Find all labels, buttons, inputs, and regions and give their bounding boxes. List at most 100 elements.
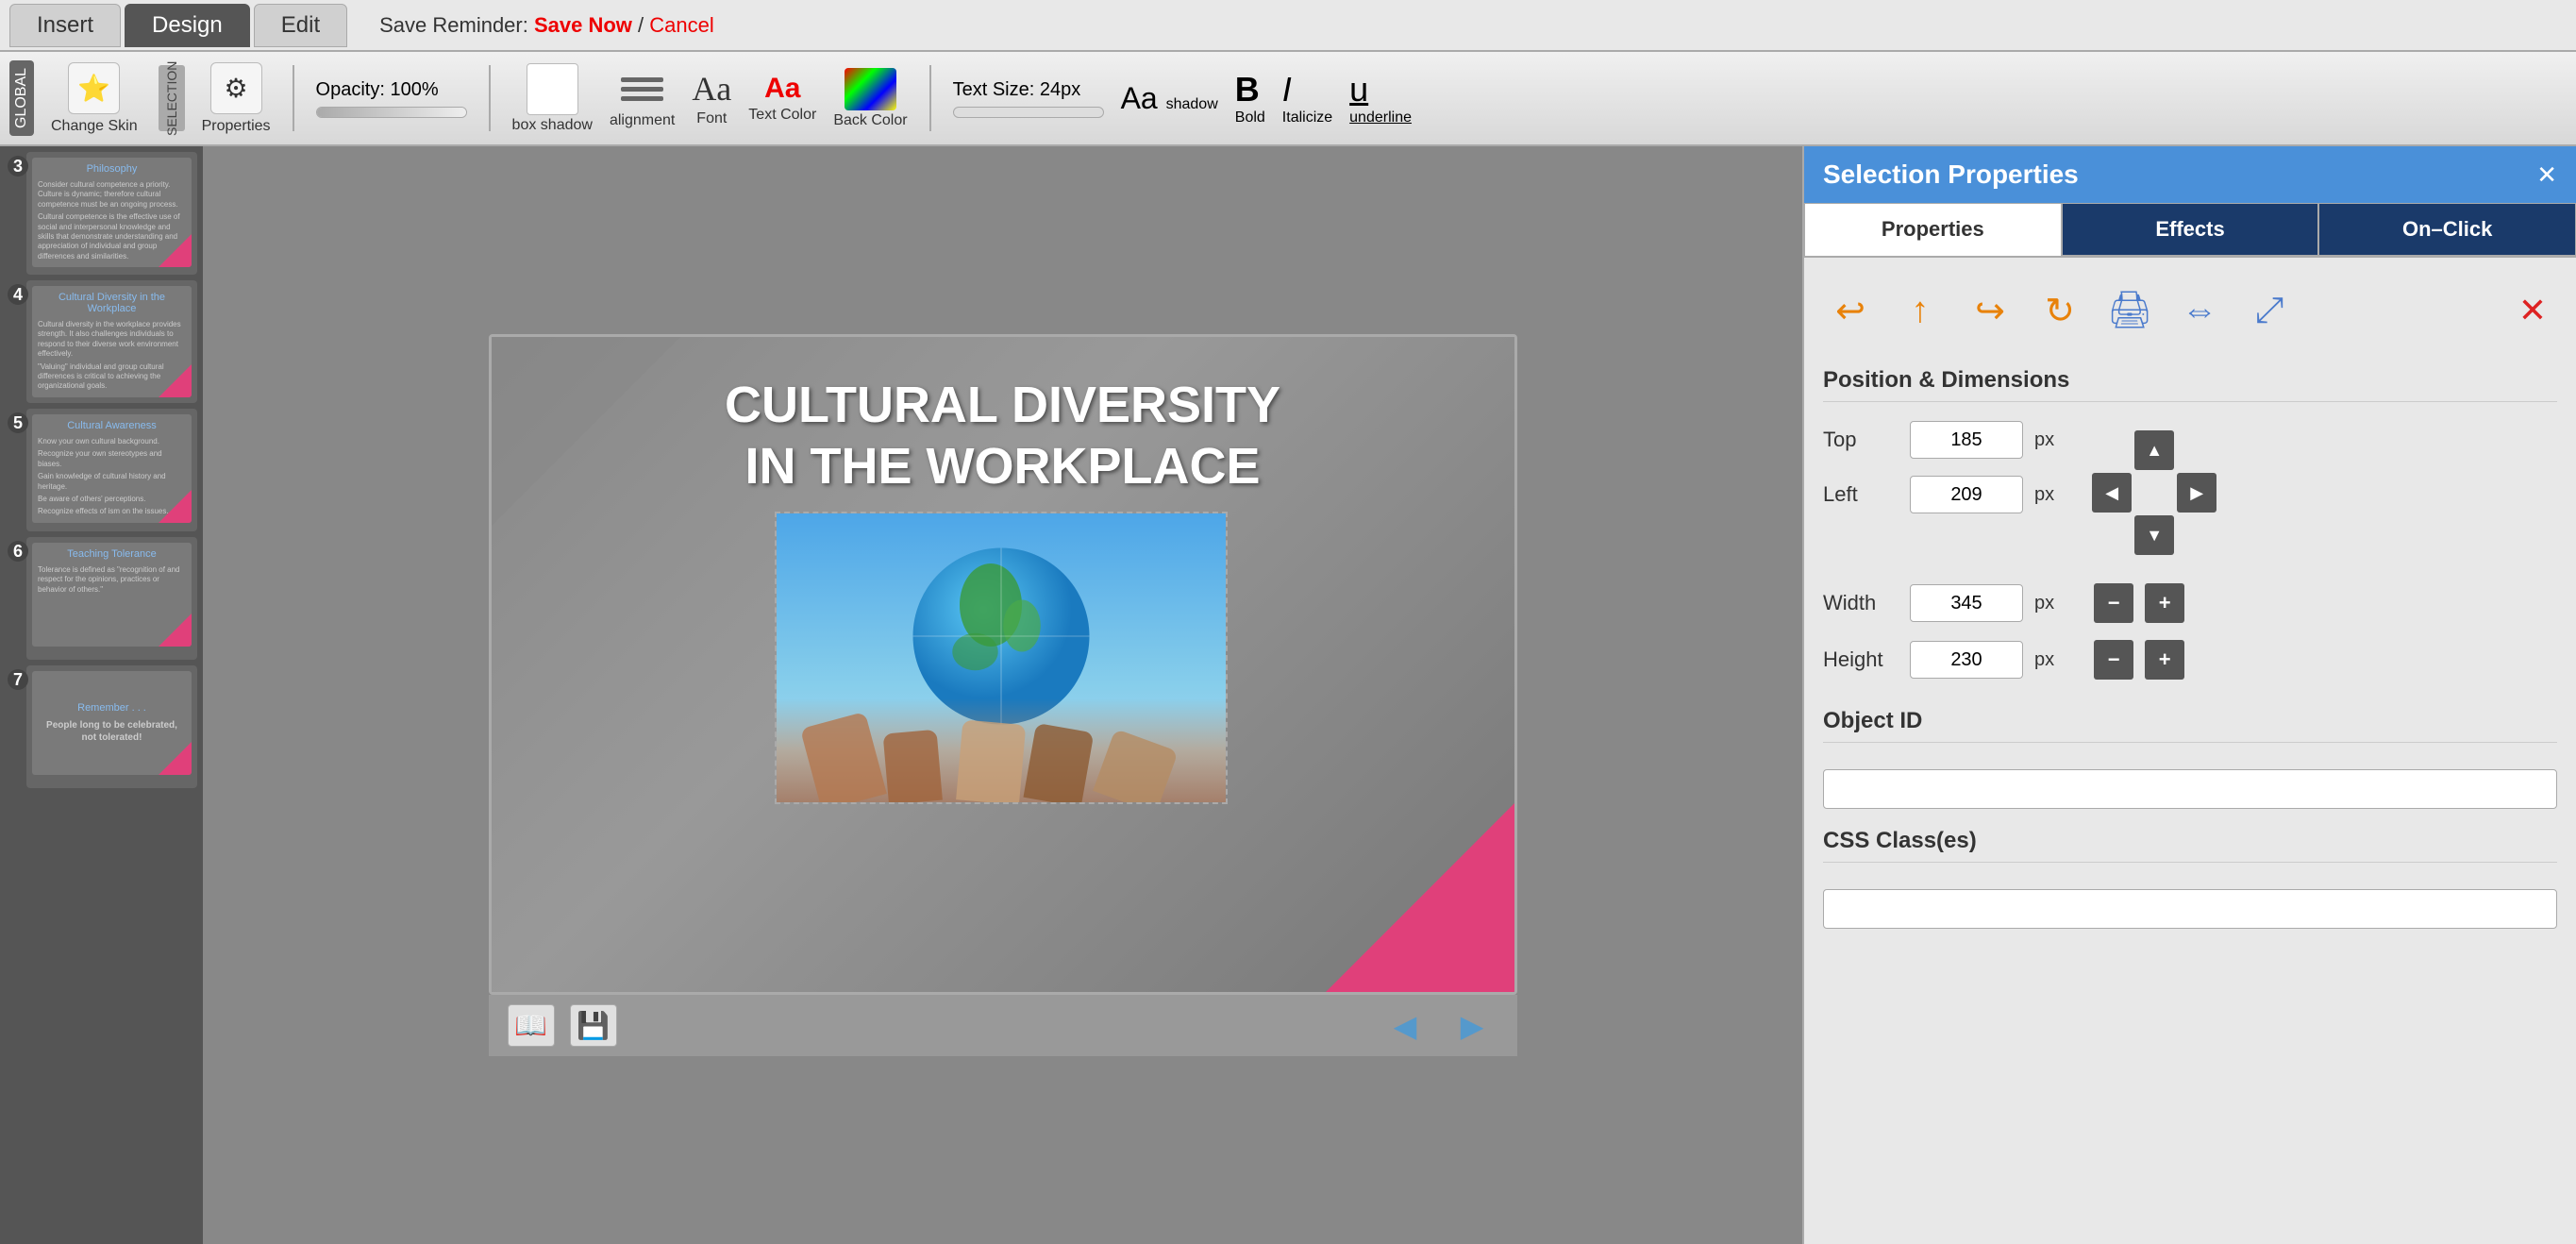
- triangle-decoration: [159, 490, 192, 523]
- top-nav-bar: Insert Design Edit Save Reminder: Save N…: [0, 0, 2576, 52]
- height-decrease-button[interactable]: −: [2094, 640, 2133, 680]
- slide-thumb-7[interactable]: 7 Remember . . . People long to be celeb…: [26, 665, 197, 788]
- position-grid: Top px Left px ▲ ◀: [1823, 421, 2557, 555]
- left-unit: px: [2034, 484, 2054, 506]
- left-label: Left: [1823, 482, 1899, 507]
- font-button[interactable]: Aa Font: [692, 69, 731, 127]
- book-tool-button[interactable]: 📖: [508, 1004, 555, 1047]
- height-increase-button[interactable]: +: [2145, 640, 2184, 680]
- height-input[interactable]: [1910, 641, 2023, 679]
- opacity-slider[interactable]: [316, 107, 467, 118]
- top-label: Top: [1823, 428, 1899, 452]
- properties-button[interactable]: ⚙ Properties: [202, 62, 271, 135]
- triangle-decoration: [159, 614, 192, 647]
- selection-label: SELECTION: [159, 65, 185, 131]
- height-label: Height: [1823, 647, 1899, 672]
- slide-image[interactable]: [775, 512, 1228, 804]
- arrow-empty-bl: [2092, 515, 2132, 555]
- left-input[interactable]: [1910, 476, 2023, 513]
- change-skin-icon: ⭐: [68, 62, 120, 114]
- height-unit: px: [2034, 649, 2054, 671]
- position-fields: Top px Left px: [1823, 421, 2054, 513]
- top-input[interactable]: [1910, 421, 2023, 459]
- slide-number-4: 4: [8, 284, 28, 305]
- css-class-input[interactable]: [1823, 889, 2557, 929]
- dimensions-section: Width px − + Height px − +: [1823, 583, 2557, 680]
- back-color-button[interactable]: Back Color: [833, 68, 907, 129]
- width-increase-button[interactable]: +: [2145, 583, 2184, 623]
- action-icons-row: ↩ ↑ ↪ ↻ 🖨 ⇔ ⤢ ✕: [1823, 277, 2557, 345]
- slide-content-4: Cultural Diversity in the Workplace Cult…: [32, 286, 192, 397]
- prev-slide-button[interactable]: ◀: [1380, 1004, 1431, 1047]
- slide-number-6: 6: [8, 541, 28, 562]
- canvas-tools-right: ◀ ▶: [1380, 1004, 1498, 1047]
- text-color-button[interactable]: Aa Text Color: [748, 73, 816, 124]
- object-id-input[interactable]: [1823, 769, 2557, 809]
- tab-on-click[interactable]: On–Click: [2318, 203, 2576, 256]
- rotate-forward-button[interactable]: ↻: [2032, 286, 2087, 335]
- alignment-button[interactable]: alignment: [610, 68, 675, 129]
- slide-thumb-4[interactable]: 4 Cultural Diversity in the Workplace Cu…: [26, 280, 197, 403]
- arrow-down-button[interactable]: ▼: [2134, 515, 2174, 555]
- global-label: GLOBAL: [9, 60, 34, 136]
- main-area: 3 Philosophy Consider cultural competenc…: [0, 146, 2576, 1244]
- print-button[interactable]: 🖨: [2102, 286, 2157, 335]
- rotate-left-button[interactable]: ↩: [1823, 286, 1878, 335]
- toolbar-divider-1: [293, 65, 294, 131]
- triangle-decoration: [159, 742, 192, 775]
- canvas-toolbar: 📖 💾 ◀ ▶: [489, 995, 1517, 1056]
- slide-thumb-6[interactable]: 6 Teaching Tolerance Tolerance is define…: [26, 537, 197, 660]
- slide-number-5: 5: [8, 412, 28, 433]
- right-panel: Selection Properties ✕ Properties Effect…: [1802, 146, 2576, 1244]
- cancel-link[interactable]: Cancel: [649, 13, 713, 37]
- width-decrease-button[interactable]: −: [2094, 583, 2133, 623]
- panel-title: Selection Properties: [1823, 160, 2079, 190]
- shadow-button[interactable]: Aa shadow: [1121, 81, 1218, 116]
- save-tool-button[interactable]: 💾: [570, 1004, 617, 1047]
- slide-number-7: 7: [8, 669, 28, 690]
- bold-button[interactable]: B Bold: [1235, 70, 1265, 126]
- next-slide-button[interactable]: ▶: [1447, 1004, 1498, 1047]
- underline-button[interactable]: u underline: [1349, 70, 1412, 126]
- arrow-left-button[interactable]: ◀: [2092, 473, 2132, 513]
- slide-content-6: Teaching Tolerance Tolerance is defined …: [32, 543, 192, 647]
- slide-content-3: Philosophy Consider cultural competence …: [32, 158, 192, 267]
- rotate-up-button[interactable]: ↑: [1893, 286, 1948, 335]
- top-field-row: Top px: [1823, 421, 2054, 459]
- slide-thumb-3[interactable]: 3 Philosophy Consider cultural competenc…: [26, 152, 197, 275]
- top-unit: px: [2034, 429, 2054, 451]
- delete-button[interactable]: ✕: [2508, 286, 2557, 335]
- left-field-row: Left px: [1823, 476, 2054, 513]
- arrow-right-button[interactable]: ▶: [2177, 473, 2216, 513]
- panel-header: Selection Properties ✕: [1804, 146, 2576, 203]
- object-id-section: Object ID: [1823, 708, 2557, 809]
- slide-content-5: Cultural Awareness Know your own cultura…: [32, 414, 192, 523]
- triangle-decoration: [159, 234, 192, 267]
- box-shadow-button[interactable]: box shadow: [512, 63, 593, 134]
- italic-button[interactable]: I Italicize: [1282, 70, 1332, 126]
- canvas-tools-left: 📖 💾: [508, 1004, 617, 1047]
- expand-button[interactable]: ⤢: [2242, 286, 2297, 335]
- tab-insert[interactable]: Insert: [9, 4, 121, 47]
- slide-canvas[interactable]: CULTURAL DIVERSITY IN THE WORKPLACE: [489, 334, 1517, 995]
- change-skin-button[interactable]: ⭐ Change Skin: [51, 62, 138, 135]
- arrow-up-button[interactable]: ▲: [2134, 430, 2174, 470]
- tab-properties[interactable]: Properties: [1804, 203, 2062, 256]
- width-label: Width: [1823, 591, 1899, 615]
- opacity-section: Opacity: 100%: [316, 79, 467, 118]
- arrow-empty-tr: [2177, 430, 2216, 470]
- toolbar-divider-3: [929, 65, 931, 131]
- tab-design[interactable]: Design: [125, 4, 250, 47]
- save-now-link[interactable]: Save Now: [534, 13, 632, 37]
- tab-effects[interactable]: Effects: [2062, 203, 2319, 256]
- panel-close-button[interactable]: ✕: [2536, 160, 2557, 190]
- flip-button[interactable]: ⇔: [2172, 286, 2227, 335]
- canvas-area: CULTURAL DIVERSITY IN THE WORKPLACE: [203, 146, 1802, 1244]
- width-unit: px: [2034, 593, 2054, 614]
- width-input[interactable]: [1910, 584, 2023, 622]
- rotate-back-button[interactable]: ↪: [1963, 286, 2017, 335]
- text-size-slider[interactable]: [953, 107, 1104, 118]
- main-toolbar: GLOBAL ⭐ Change Skin SELECTION ⚙ Propert…: [0, 52, 2576, 146]
- tab-edit[interactable]: Edit: [254, 4, 347, 47]
- slide-thumb-5[interactable]: 5 Cultural Awareness Know your own cultu…: [26, 409, 197, 531]
